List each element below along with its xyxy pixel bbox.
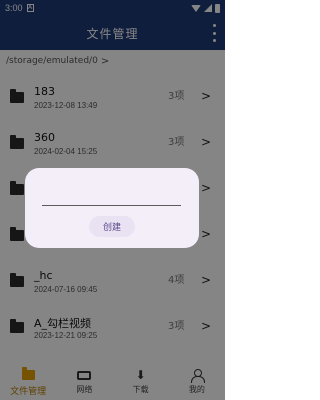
folder-name-input[interactable]: [42, 188, 181, 206]
create-button[interactable]: 创建: [89, 216, 135, 237]
create-folder-dialog: 创建: [25, 168, 199, 248]
